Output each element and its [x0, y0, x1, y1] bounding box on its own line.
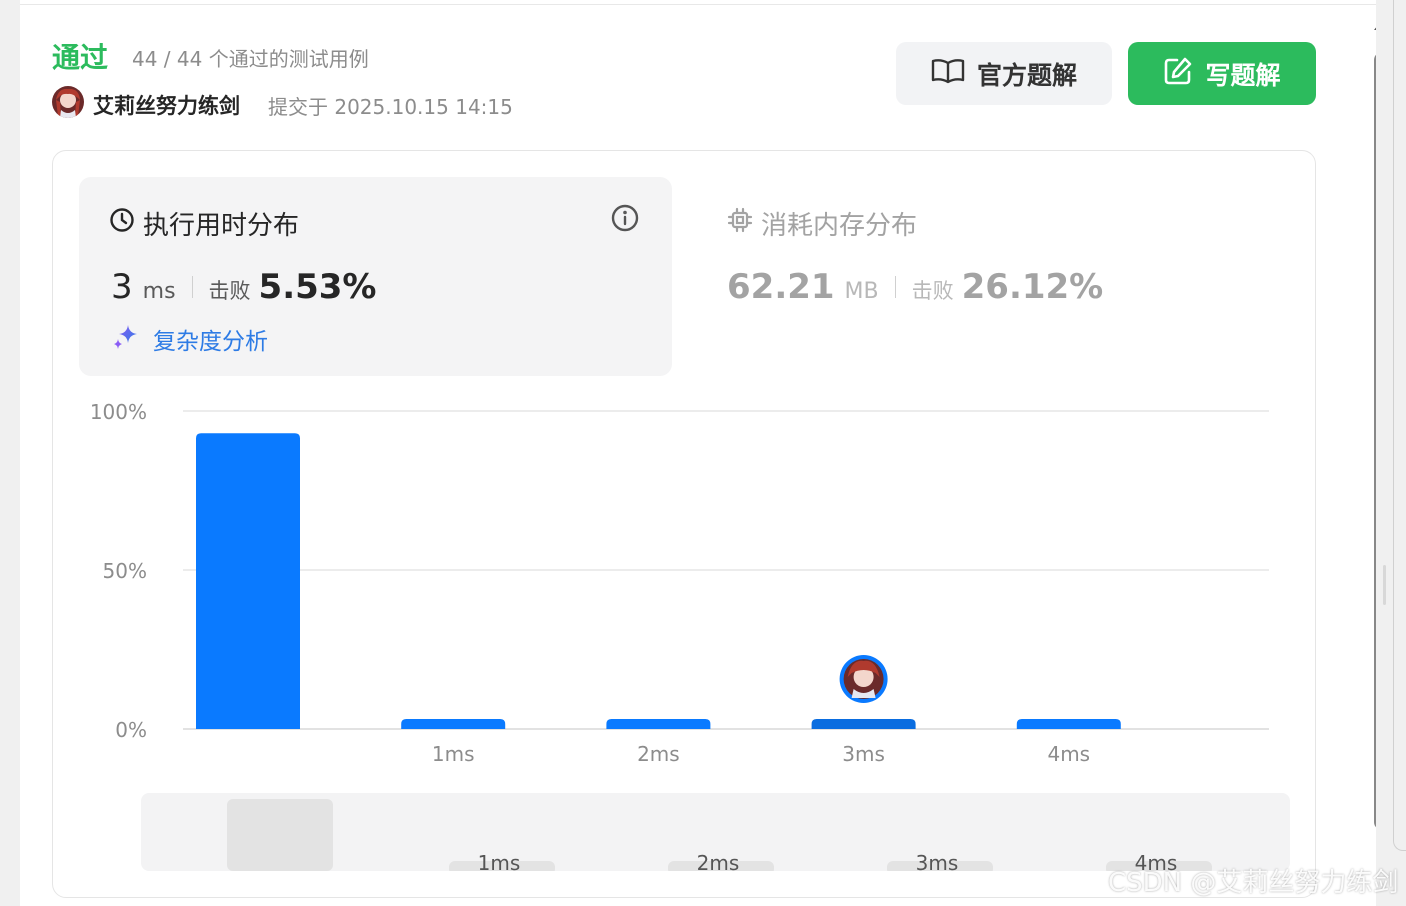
x-tick-label: 1ms	[432, 742, 475, 766]
watermark: CSDN @艾莉丝努力练剑	[1108, 868, 1399, 898]
divider	[894, 276, 896, 298]
x-tick-label: 4ms	[1047, 742, 1090, 766]
book-icon	[931, 58, 965, 90]
scrollbar[interactable]	[1372, 0, 1376, 906]
submission-time: 提交于 2025.10.15 14:15	[268, 95, 513, 119]
runtime-title-text: 执行用时分布	[143, 211, 300, 241]
x-tick-label: 2ms	[637, 742, 680, 766]
brush-tick-label: 1ms	[478, 851, 521, 871]
status-label: 通过	[52, 41, 109, 74]
memory-unit: MB	[844, 279, 879, 304]
runtime-tab[interactable]: 执行用时分布 3 ms 击败 5.53% 复杂度分析	[79, 177, 672, 376]
memory-tab[interactable]: 消耗内存分布	[727, 205, 917, 242]
user-avatar[interactable]	[52, 86, 84, 118]
submission-panel: 通过 44 / 44 个通过的测试用例 艾莉丝努力练剑 提交于 2025.10.…	[20, 0, 1376, 906]
complexity-analysis-label: 复杂度分析	[153, 329, 268, 355]
resize-handle[interactable]	[1383, 565, 1386, 605]
brush-bar	[227, 799, 333, 871]
chart-bar	[1016, 719, 1121, 729]
official-solution-button[interactable]: 官方题解	[896, 42, 1112, 105]
scroll-up-arrow-icon[interactable]	[1374, 20, 1376, 30]
runtime-unit: ms	[142, 279, 176, 304]
memory-beat-label: 击败	[911, 279, 954, 303]
adjacent-panel-edge	[1393, 0, 1406, 851]
chart-range-brush[interactable]: 1ms 2ms 3ms 4ms	[141, 793, 1290, 875]
scrollbar-thumb[interactable]	[1374, 52, 1376, 830]
divider	[191, 276, 193, 298]
edit-icon	[1163, 56, 1193, 92]
brush-tick-label: 2ms	[697, 851, 740, 871]
chart-bar	[401, 719, 506, 729]
test-count: 44 / 44 个通过的测试用例	[132, 47, 369, 71]
info-icon[interactable]	[610, 203, 640, 237]
write-solution-button[interactable]: 写题解	[1128, 42, 1316, 105]
divider	[20, 4, 1376, 5]
chart-bar	[606, 719, 711, 729]
clock-icon	[109, 207, 135, 240]
chip-icon	[727, 207, 753, 240]
x-tick-label: 3ms	[842, 742, 885, 766]
complexity-analysis-link[interactable]: 复杂度分析	[111, 322, 268, 356]
chart-bar	[811, 719, 916, 729]
brush-tick-label: 3ms	[916, 851, 959, 871]
sparkle-icon	[111, 322, 141, 356]
memory-beat-percent: 26.12%	[961, 267, 1104, 307]
chart-bar	[196, 433, 300, 729]
runtime-value: 3	[111, 267, 133, 307]
y-tick-label: 0%	[115, 718, 147, 742]
official-solution-label: 官方题解	[976, 60, 1077, 90]
runtime-stats: 3 ms 击败 5.53%	[111, 267, 377, 307]
runtime-distribution-chart: 100% 50% 0% 1ms 2ms 3ms 4ms	[90, 400, 1269, 766]
memory-value: 62.21	[727, 267, 835, 307]
write-solution-label: 写题解	[1205, 60, 1281, 90]
y-tick-label: 50%	[103, 559, 147, 583]
runtime-title: 执行用时分布	[109, 205, 299, 242]
runtime-beat-percent: 5.53%	[258, 267, 377, 307]
username[interactable]: 艾莉丝努力练剑	[93, 90, 240, 120]
runtime-beat-label: 击败	[208, 279, 251, 303]
memory-title-text: 消耗内存分布	[761, 211, 918, 241]
brush-mini-chart: 1ms 2ms 3ms 4ms	[227, 799, 1212, 875]
user-position-marker	[839, 655, 888, 703]
results-card: 执行用时分布 3 ms 击败 5.53% 复杂度分析 消耗内存分布 62.21 …	[52, 150, 1316, 898]
memory-stats: 62.21 MB 击败 26.12%	[727, 267, 1103, 307]
y-tick-label: 100%	[90, 400, 147, 424]
